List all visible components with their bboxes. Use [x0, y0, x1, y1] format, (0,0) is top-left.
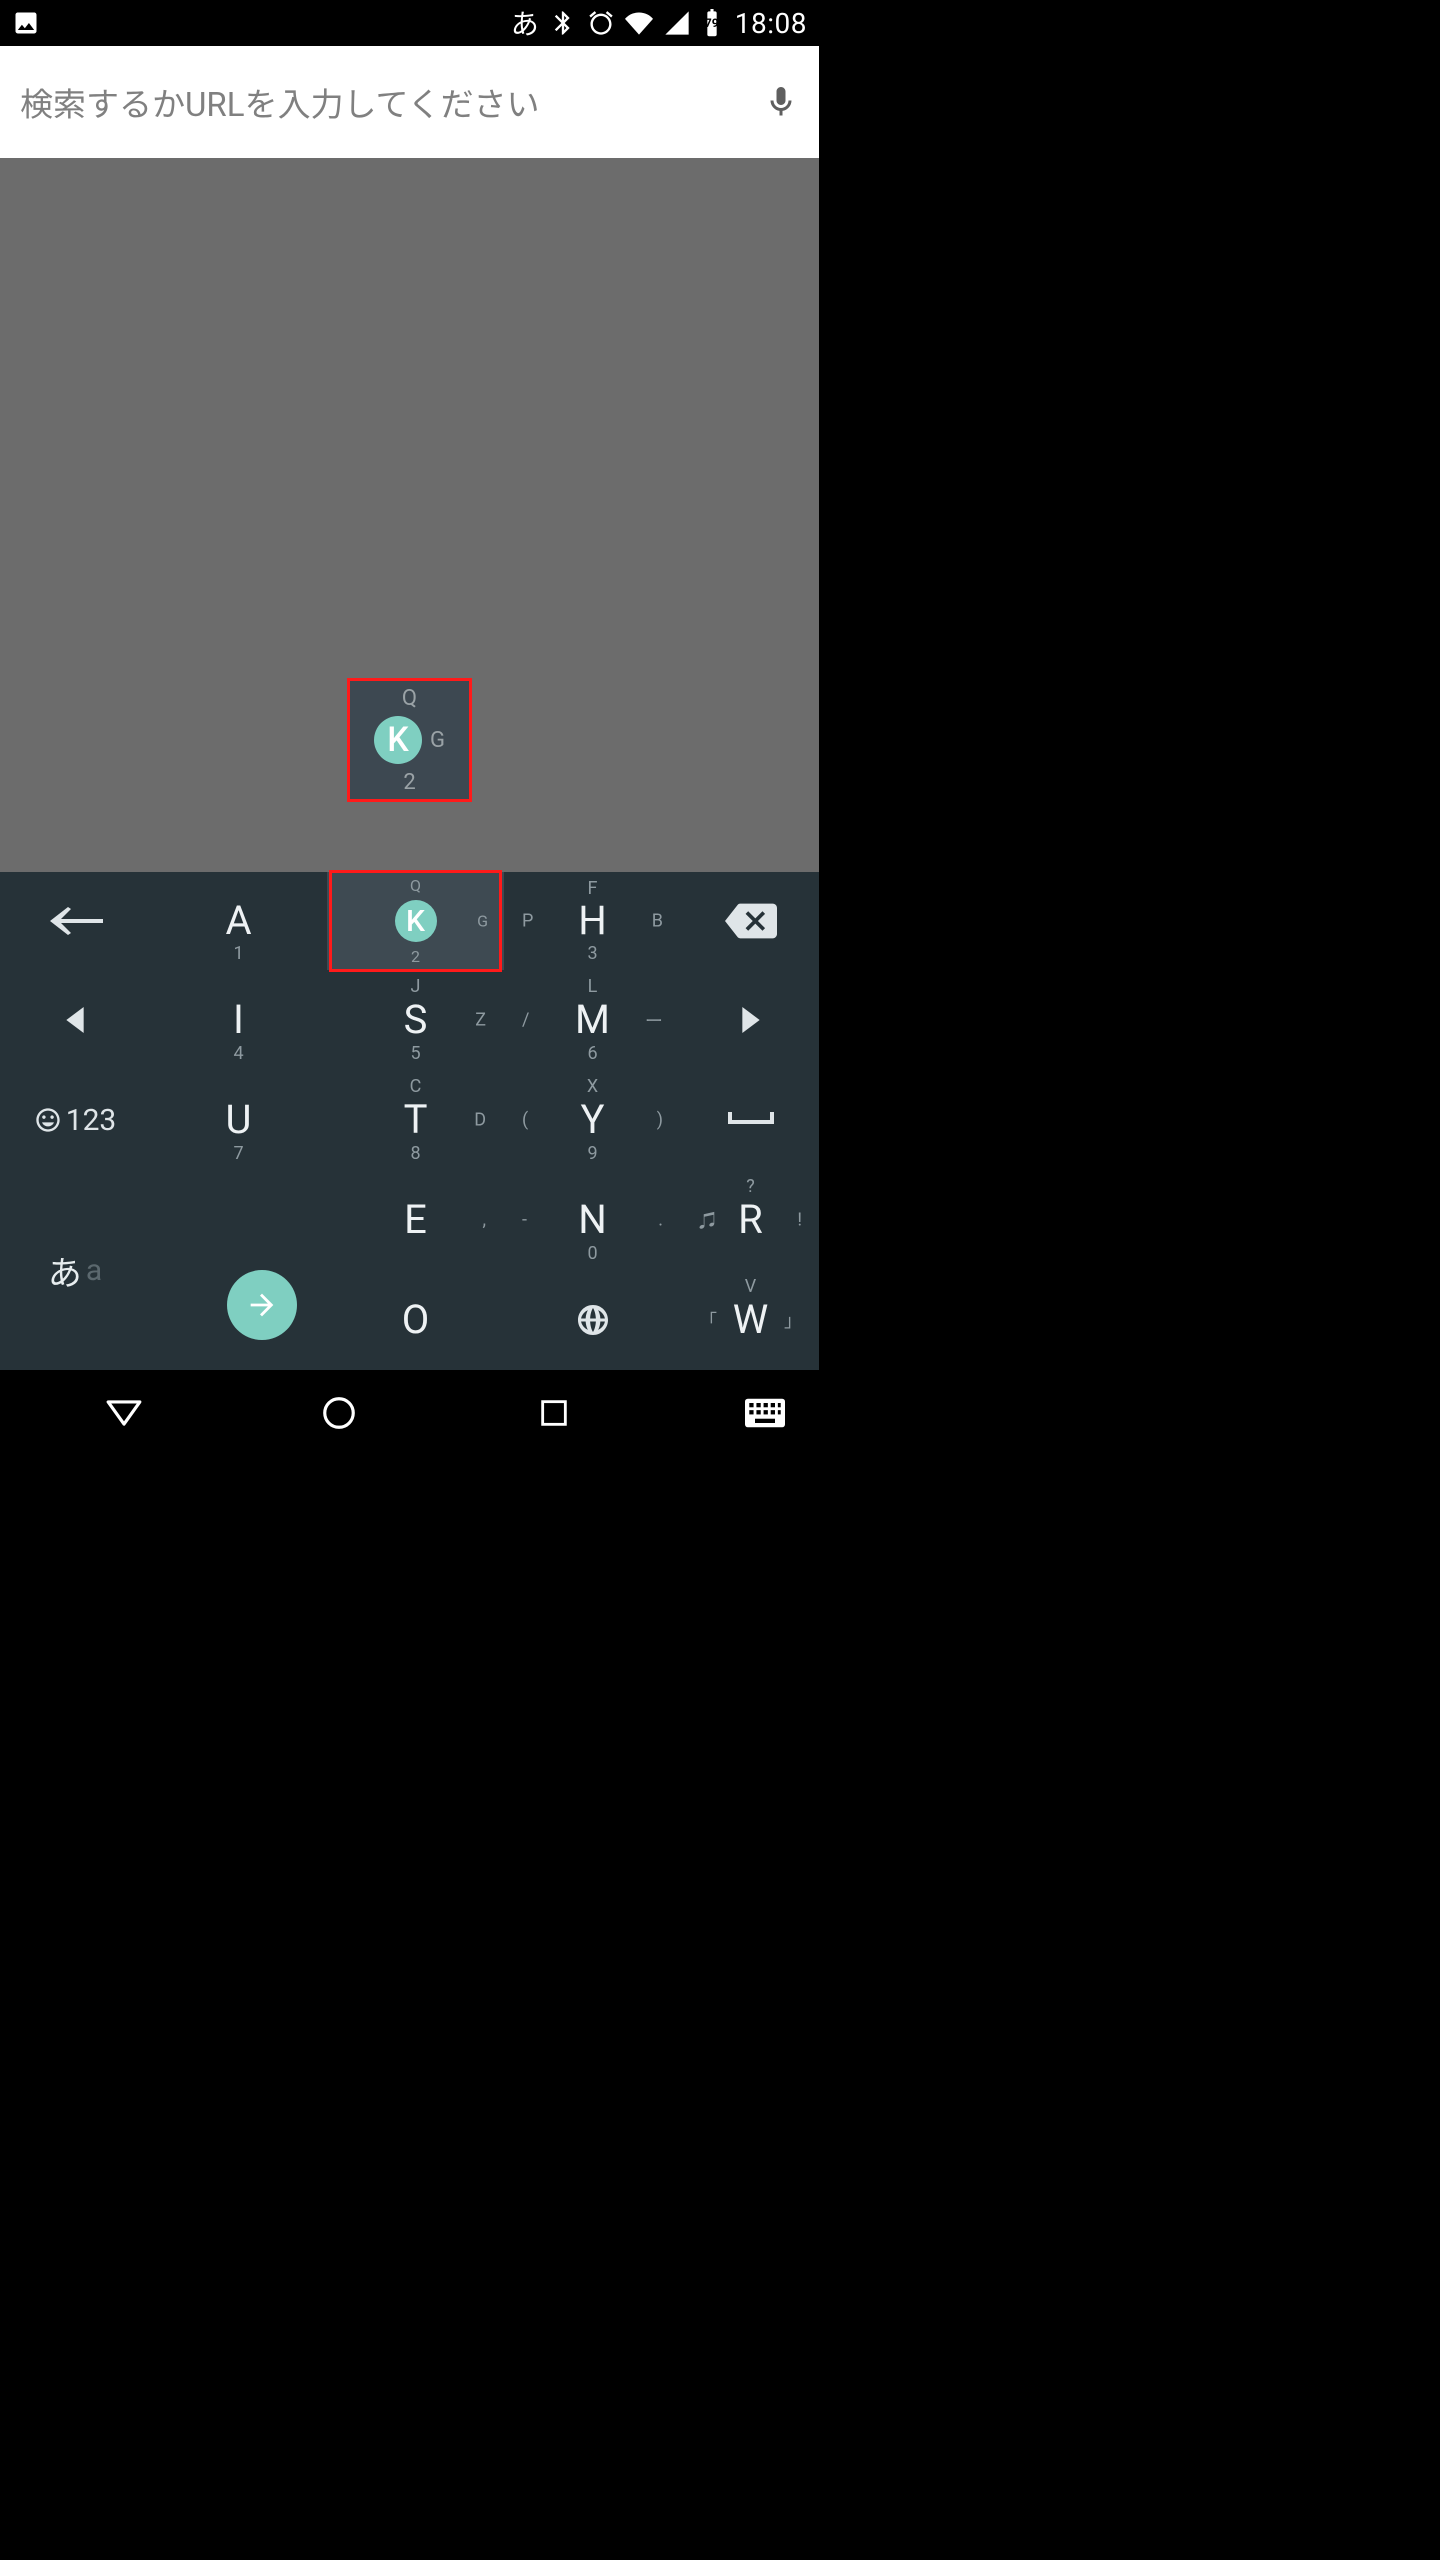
popup-right: G [430, 728, 445, 753]
keyboard: A 1 Q K G 2 F P H B 3 I 4 J S [0, 872, 819, 1370]
key-h[interactable]: F P H B 3 [504, 872, 681, 970]
lang-jp: あ [48, 1246, 82, 1295]
key-r[interactable]: ? ♫ R ! [681, 1170, 820, 1270]
key-a[interactable]: A 1 [150, 872, 327, 970]
nav-home[interactable] [315, 1389, 363, 1437]
key-language-toggle[interactable]: あ a [0, 1170, 150, 1370]
key-tab[interactable] [0, 872, 150, 970]
nav-back[interactable] [100, 1389, 148, 1437]
key-o[interactable]: O [327, 1270, 504, 1370]
battery-icon: 79 [701, 9, 723, 37]
popup-bottom: 2 [403, 770, 415, 795]
enter-button[interactable] [227, 1270, 297, 1340]
alarm-icon [587, 9, 615, 37]
key-globe[interactable] [504, 1270, 681, 1370]
key-emoji-numbers[interactable]: 123 [0, 1070, 150, 1170]
key-enter[interactable] [150, 1170, 327, 1370]
key-space[interactable] [681, 1070, 820, 1170]
popup-center: K [374, 716, 422, 764]
pictures-icon [12, 9, 40, 37]
popup-top: Q [402, 686, 417, 711]
key-n[interactable]: - N . 0 [504, 1170, 681, 1270]
key-i[interactable]: I 4 [150, 970, 327, 1070]
status-bar: あ 79 18:08 [0, 0, 819, 46]
key-y[interactable]: X ( Y ) 9 [504, 1070, 681, 1170]
key-cursor-right[interactable] [681, 970, 820, 1070]
key-t[interactable]: C T D 8 [327, 1070, 504, 1170]
battery-level: 79 [701, 16, 723, 30]
emoji-123-label: 123 [66, 1103, 117, 1138]
wifi-icon [625, 9, 653, 37]
key-cursor-left[interactable] [0, 970, 150, 1070]
key-e[interactable]: E , [327, 1170, 504, 1270]
ime-indicator: あ [511, 3, 539, 43]
content-area: Q K G 2 [0, 158, 819, 872]
emoji-icon [34, 1106, 62, 1134]
nav-ime-switch[interactable] [745, 1393, 785, 1433]
key-popup-highlight: Q K G 2 [347, 678, 472, 802]
omnibox[interactable]: 検索するかURLを入力してください [0, 46, 819, 158]
status-clock: 18:08 [735, 7, 807, 40]
signal-icon [663, 9, 691, 37]
mic-icon[interactable] [763, 84, 799, 120]
nav-recents[interactable] [530, 1389, 578, 1437]
bluetooth-icon [549, 9, 577, 37]
lang-en: a [86, 1253, 102, 1288]
key-s[interactable]: J S Z 5 [327, 970, 504, 1070]
key-m[interactable]: L / M ー 6 [504, 970, 681, 1070]
navigation-bar [0, 1370, 819, 1456]
key-backspace[interactable] [681, 872, 820, 970]
key-popup: Q K G 2 [350, 681, 469, 799]
key-u[interactable]: U 7 [150, 1070, 327, 1170]
key-w[interactable]: V 「 W 」 [681, 1270, 820, 1370]
omnibox-placeholder: 検索するかURLを入力してください [20, 78, 763, 126]
key-k-pressed[interactable]: Q K G 2 [327, 872, 504, 970]
